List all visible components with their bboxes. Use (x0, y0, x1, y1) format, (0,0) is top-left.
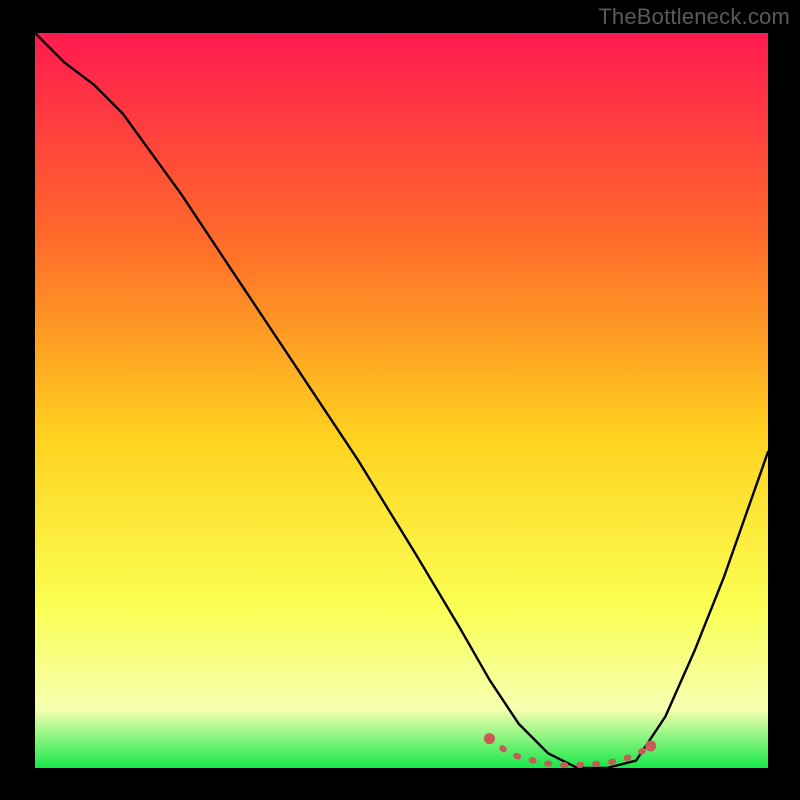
bottleneck-chart-svg (0, 0, 800, 800)
watermark-text: TheBottleneck.com (598, 4, 790, 30)
highlight-end-dot (484, 733, 495, 744)
highlight-end-dot (645, 741, 656, 752)
chart-frame: TheBottleneck.com (0, 0, 800, 800)
